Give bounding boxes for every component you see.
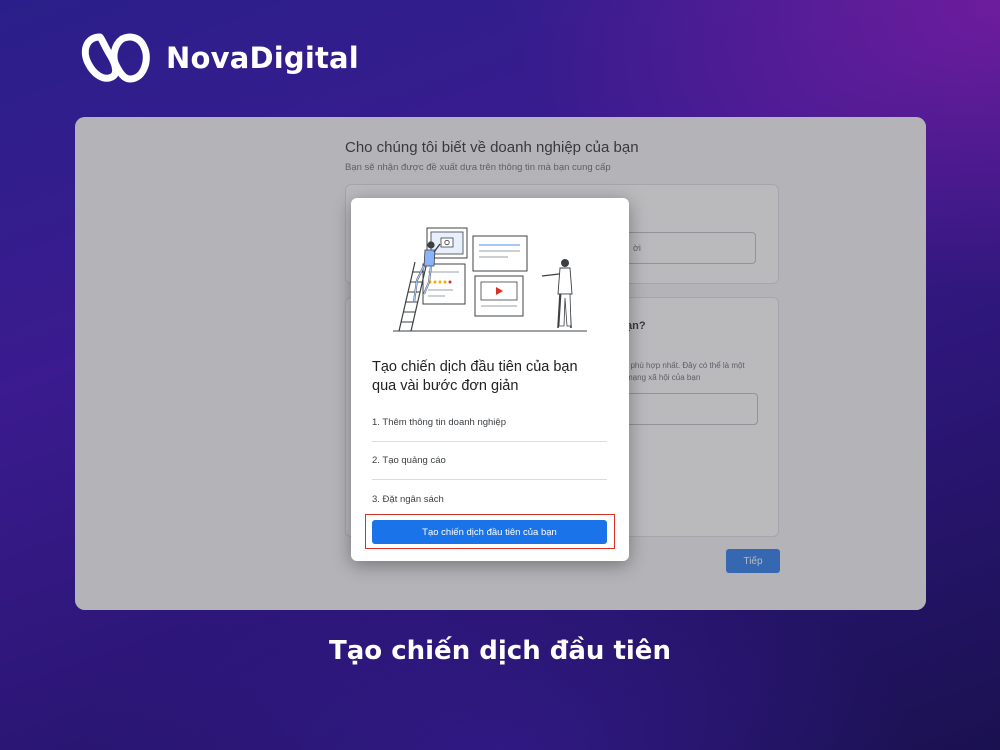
onboarding-modal: Tạo chiến dịch đầu tiên của bạn qua vài …: [351, 198, 629, 561]
caption: Tạo chiến dịch đầu tiên: [329, 636, 671, 666]
onboarding-illustration: [393, 227, 587, 332]
modal-title-line-1: Tạo chiến dịch đầu tiên của bạn: [372, 359, 578, 375]
step-set-budget: 3. Đặt ngân sách: [372, 493, 444, 505]
step-list: 1. Thêm thông tin doanh nghiệp 2. Tạo qu…: [372, 404, 607, 518]
brand-name: NovaDigital: [166, 41, 359, 75]
screenshot-panel: Cho chúng tôi biết về doanh nghiệp của b…: [75, 117, 926, 610]
brand-logo-icon: [81, 33, 150, 83]
step-add-business-info: 1. Thêm thông tin doanh nghiệp: [372, 404, 607, 442]
modal-title-line-2: qua vài bước đơn giản: [372, 378, 519, 394]
modal-title: Tạo chiến dịch đầu tiên của bạn qua vài …: [372, 358, 608, 396]
create-first-campaign-button[interactable]: Tạo chiến dịch đầu tiên của bạn: [372, 520, 607, 544]
step-create-ad: 2. Tạo quảng cáo: [372, 442, 607, 480]
brand: NovaDigital: [78, 28, 359, 88]
